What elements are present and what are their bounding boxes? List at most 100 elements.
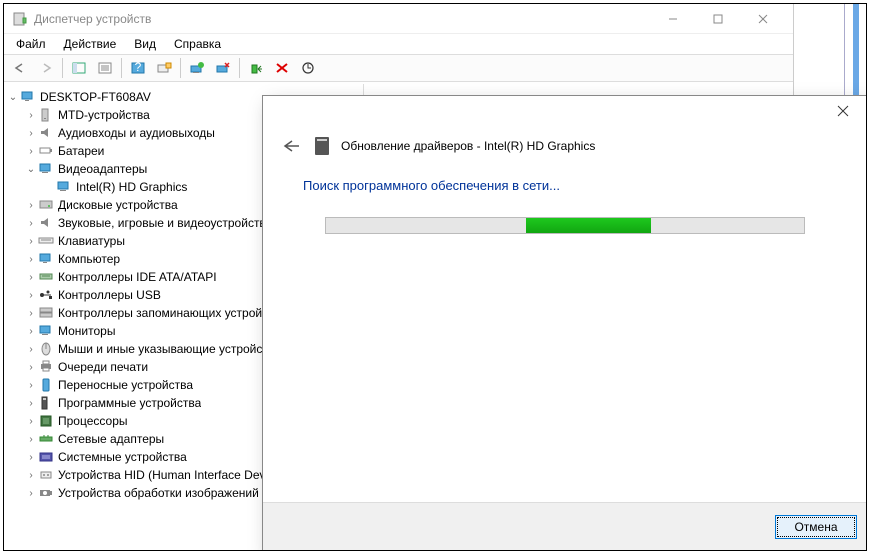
close-button[interactable] <box>740 5 785 33</box>
tree-item-label: Процессоры <box>58 414 128 428</box>
dialog-close-button[interactable] <box>823 98 863 124</box>
dialog-back-button[interactable] <box>279 134 303 158</box>
tree-item-label: Очереди печати <box>58 360 148 374</box>
show-hide-tree-icon[interactable] <box>67 57 91 79</box>
tree-item-label: Сетевые адаптеры <box>58 432 164 446</box>
dialog-title: Обновление драйверов - Intel(R) HD Graph… <box>341 139 595 153</box>
disable-device-icon[interactable] <box>270 57 294 79</box>
tree-item-label: Звуковые, игровые и видеоустройства <box>58 216 272 230</box>
tree-item-label: Переносные устройства <box>58 378 193 392</box>
uninstall-device-icon[interactable] <box>211 57 235 79</box>
update-driver-icon[interactable] <box>185 57 209 79</box>
storage-icon <box>38 305 54 321</box>
tree-item-label: Контроллеры USB <box>58 288 161 302</box>
tree-item-label: DESKTOP-FT608AV <box>40 90 151 104</box>
chevron-right-icon[interactable]: › <box>24 398 38 409</box>
tree-item-label: Клавиатуры <box>58 234 125 248</box>
camera-icon <box>38 485 54 501</box>
chevron-right-icon[interactable]: › <box>24 488 38 499</box>
tree-item-label: Программные устройства <box>58 396 201 410</box>
audio-icon <box>38 215 54 231</box>
audio-icon <box>38 125 54 141</box>
scan-hardware-icon[interactable] <box>152 57 176 79</box>
chevron-right-icon[interactable]: › <box>24 290 38 301</box>
chevron-down-icon[interactable]: ⌄ <box>24 164 38 175</box>
menu-view[interactable]: Вид <box>126 35 164 53</box>
tree-item-label: Системные устройства <box>58 450 187 464</box>
app-icon <box>12 11 28 27</box>
forward-icon[interactable] <box>34 57 58 79</box>
menu-action[interactable]: Действие <box>56 35 125 53</box>
portable-icon <box>38 377 54 393</box>
mtd-icon <box>38 107 54 123</box>
disk-icon <box>38 197 54 213</box>
net-icon <box>38 431 54 447</box>
scan-changes-icon[interactable] <box>296 57 320 79</box>
chevron-right-icon[interactable]: › <box>24 308 38 319</box>
chevron-right-icon[interactable]: › <box>24 452 38 463</box>
chevron-right-icon[interactable]: › <box>24 218 38 229</box>
progress-bar <box>325 217 805 234</box>
system-icon <box>38 449 54 465</box>
software-icon <box>38 395 54 411</box>
menu-file[interactable]: Файл <box>8 35 54 53</box>
minimize-button[interactable] <box>650 5 695 33</box>
menu-bar: Файл Действие Вид Справка <box>4 34 793 54</box>
tree-item-label: Батареи <box>58 144 104 158</box>
monitor-icon <box>56 179 72 195</box>
tree-item-label: Аудиовходы и аудиовыходы <box>58 126 215 140</box>
ide-icon <box>38 269 54 285</box>
tree-item-label: Контроллеры IDE ATA/ATAPI <box>58 270 217 284</box>
tree-item-label: Видеоадаптеры <box>58 162 147 176</box>
maximize-button[interactable] <box>695 5 740 33</box>
properties-icon[interactable] <box>93 57 117 79</box>
computer-icon <box>38 251 54 267</box>
chevron-right-icon[interactable]: › <box>24 128 38 139</box>
chevron-right-icon[interactable]: › <box>24 236 38 247</box>
chevron-right-icon[interactable]: › <box>24 110 38 121</box>
cancel-button[interactable]: Отмена <box>775 515 857 539</box>
chevron-right-icon[interactable]: › <box>24 200 38 211</box>
printer-icon <box>38 359 54 375</box>
tree-item-label: Устройства HID (Human Interface Devices) <box>58 468 291 482</box>
menu-help[interactable]: Справка <box>166 35 229 53</box>
monitor-icon <box>38 161 54 177</box>
enable-device-icon[interactable] <box>244 57 268 79</box>
monitor-icon <box>38 323 54 339</box>
tree-item-label: Дисковые устройства <box>58 198 178 212</box>
tree-item-label: MTD-устройства <box>58 108 150 122</box>
update-driver-dialog: Обновление драйверов - Intel(R) HD Graph… <box>262 95 867 551</box>
keyboard-icon <box>38 233 54 249</box>
chevron-right-icon[interactable]: › <box>24 434 38 445</box>
tree-item-label: Компьютер <box>58 252 120 266</box>
chevron-right-icon[interactable]: › <box>24 344 38 355</box>
usb-icon <box>38 287 54 303</box>
svg-text:?: ? <box>135 61 142 74</box>
chevron-right-icon[interactable]: › <box>24 362 38 373</box>
tree-item-label: Intel(R) HD Graphics <box>76 180 187 194</box>
tree-item-label: Мониторы <box>58 324 115 338</box>
chevron-right-icon[interactable]: › <box>24 416 38 427</box>
chevron-right-icon[interactable]: › <box>24 272 38 283</box>
back-icon[interactable] <box>8 57 32 79</box>
help-icon[interactable]: ? <box>126 57 150 79</box>
chevron-right-icon[interactable]: › <box>24 146 38 157</box>
chevron-right-icon[interactable]: › <box>24 254 38 265</box>
device-icon <box>315 137 329 155</box>
hid-icon <box>38 467 54 483</box>
chip-icon <box>38 413 54 429</box>
toolbar: ? <box>4 54 793 82</box>
window-title: Диспетчер устройств <box>34 12 650 26</box>
progress-indicator <box>526 218 651 233</box>
title-bar: Диспетчер устройств <box>4 4 793 34</box>
chevron-right-icon[interactable]: › <box>24 380 38 391</box>
mouse-icon <box>38 341 54 357</box>
chevron-down-icon[interactable]: ⌄ <box>6 92 20 103</box>
chevron-right-icon[interactable]: › <box>24 470 38 481</box>
tree-item-label: Устройства обработки изображений <box>58 486 259 500</box>
battery-icon <box>38 143 54 159</box>
computer-icon <box>20 89 36 105</box>
tree-item-label: Контроллеры запоминающих устройств <box>58 306 280 320</box>
tree-item-label: Мыши и иные указывающие устройства <box>58 342 281 356</box>
chevron-right-icon[interactable]: › <box>24 326 38 337</box>
